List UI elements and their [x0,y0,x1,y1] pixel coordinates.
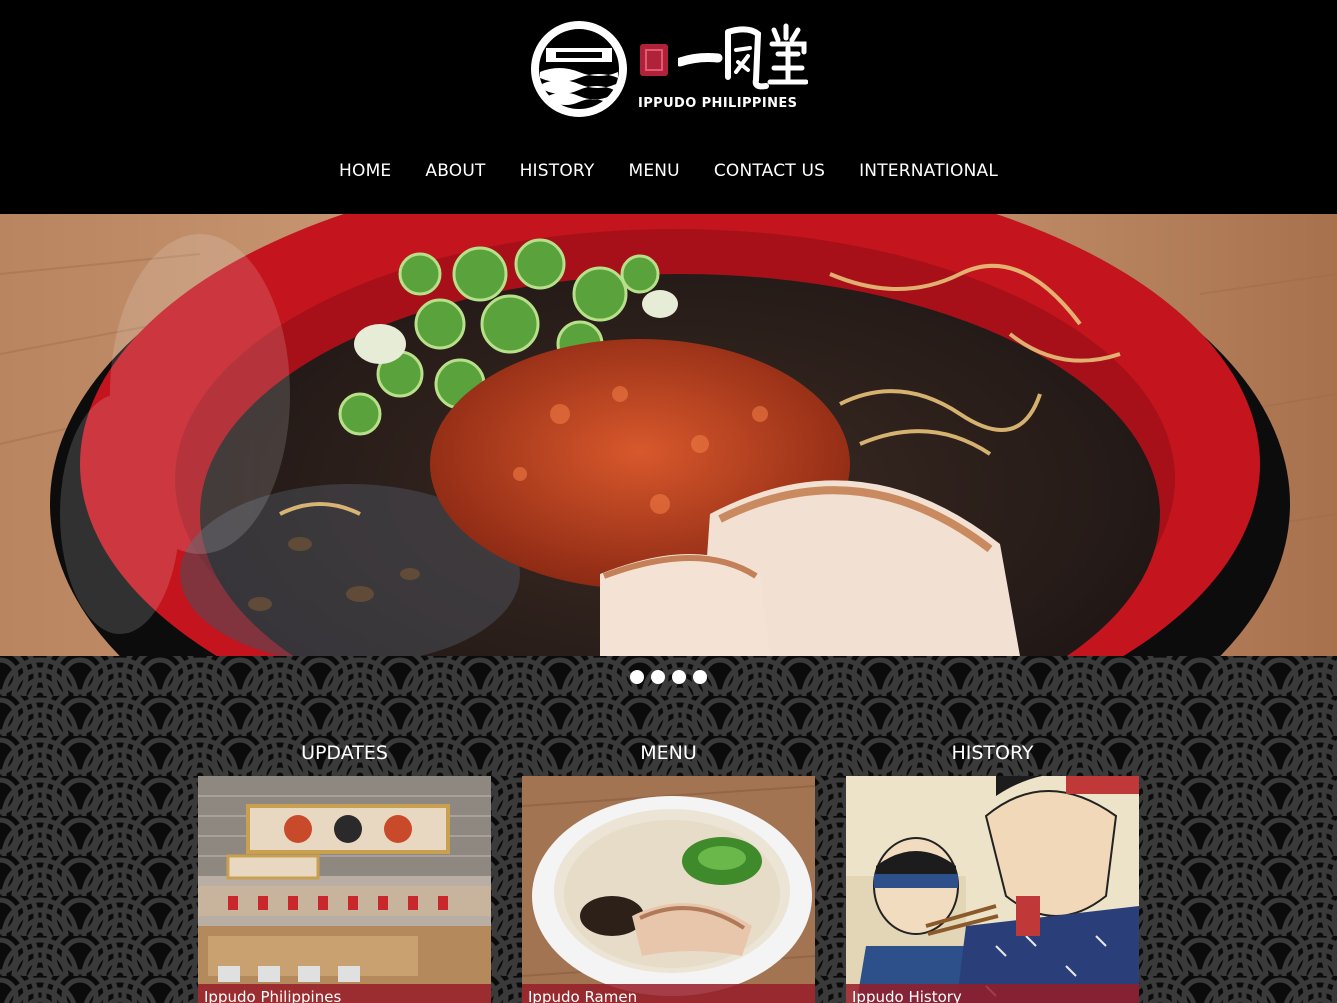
slider-dot-3[interactable] [672,670,686,684]
hero-ramen-photo [0,214,1337,656]
ippudo-kanji-logo [678,23,808,90]
nav-history[interactable]: HISTORY [520,158,595,184]
updates-caption[interactable]: Ippudo Philippines [198,984,491,1003]
updates-card: UPDATES Ippudo Philippines [198,740,491,1003]
wave-emblem-icon [531,21,627,117]
feature-section: UPDATES Ippudo Philippines MENU Ippudo R… [0,656,1337,1003]
menu-card: MENU Ippudo Ramen [522,740,815,1003]
ippudo-logo[interactable]: IPPUDO PHILIPPINES [530,20,810,120]
menu-image-link[interactable]: Ippudo Ramen [522,776,815,1003]
nav-menu[interactable]: MENU [628,158,679,184]
logo-text: IPPUDO PHILIPPINES [638,96,798,111]
restaurant-interior-photo [198,776,491,1003]
nav-about[interactable]: ABOUT [425,158,485,184]
slider-dot-2[interactable] [651,670,665,684]
history-card: HISTORY Ippudo History [846,740,1139,1003]
history-title: HISTORY [951,742,1034,764]
updates-title: UPDATES [301,742,388,764]
ramen-bowl-photo [522,776,815,1003]
nav-contact-us[interactable]: CONTACT US [714,158,825,184]
hero-slider[interactable] [0,214,1337,656]
red-seal-icon [640,44,668,76]
nav-home[interactable]: HOME [339,158,391,184]
site-header: IPPUDO PHILIPPINES HOME ABOUT HISTORY ME… [0,0,1337,214]
slider-dot-1[interactable] [630,670,644,684]
menu-caption[interactable]: Ippudo Ramen [522,984,815,1003]
history-image-link[interactable]: Ippudo History [846,776,1139,1003]
ukiyo-e-illustration [846,776,1139,1003]
slider-dots [0,670,1337,684]
main-nav: HOME ABOUT HISTORY MENU CONTACT US INTER… [0,158,1337,184]
updates-image-link[interactable]: Ippudo Philippines [198,776,491,1003]
menu-title: MENU [640,742,697,764]
nav-international[interactable]: INTERNATIONAL [859,158,998,184]
slider-dot-4[interactable] [693,670,707,684]
history-caption[interactable]: Ippudo History [846,984,1139,1003]
